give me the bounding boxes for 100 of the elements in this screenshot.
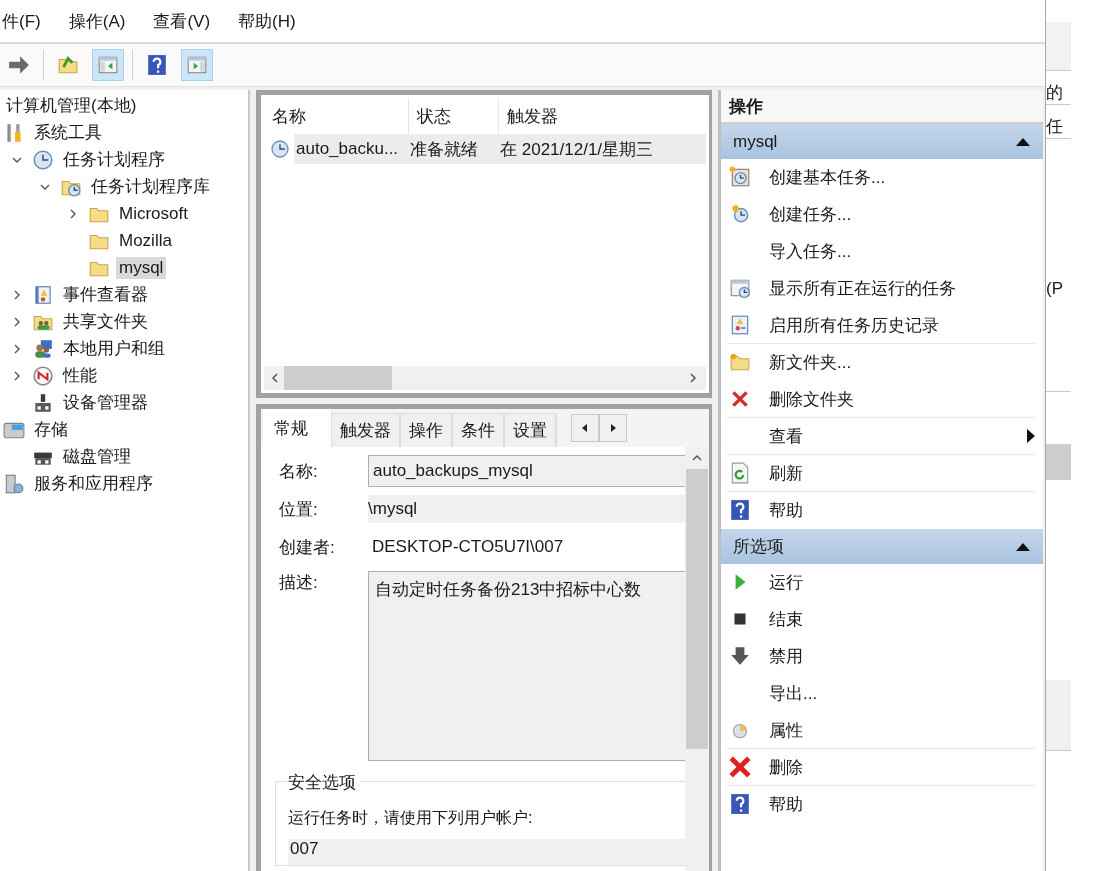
action-item[interactable]: 导入任务...	[769, 239, 852, 263]
action-item[interactable]: 禁用	[769, 644, 803, 668]
section-header[interactable]: 所选项	[721, 529, 1043, 564]
tab[interactable]: 操作	[400, 413, 452, 447]
field-label: 名称:	[279, 460, 319, 483]
action-item[interactable]: 帮助	[769, 792, 803, 816]
column-header[interactable]: 触发器	[499, 98, 706, 134]
action-item[interactable]: 查看	[769, 424, 803, 448]
tab[interactable]: 设置	[504, 413, 556, 447]
vertical-scrollbar[interactable]	[685, 447, 709, 871]
group-title: 安全选项	[288, 771, 360, 794]
tree-item[interactable]: 任务计划程序	[60, 147, 168, 172]
scroll-right-icon[interactable]	[688, 372, 698, 384]
action-item[interactable]: 删除	[769, 755, 803, 779]
refresh-icon	[729, 462, 751, 484]
tab-scroll-left-button[interactable]	[571, 414, 599, 442]
chevron-right-icon[interactable]	[68, 208, 78, 219]
tree-item[interactable]: 共享文件夹	[60, 309, 151, 334]
action-item[interactable]: 属性	[769, 718, 803, 742]
new-folder-icon	[729, 351, 751, 373]
scrollbar-thumb[interactable]	[686, 469, 708, 749]
action-item[interactable]: 启用所有任务历史记录	[769, 313, 939, 337]
triangle-right-icon	[610, 424, 616, 432]
right-panel-icon	[186, 54, 208, 76]
action-item[interactable]: 运行	[769, 570, 803, 594]
pane-title: 操作	[721, 90, 1043, 124]
log-icon	[32, 283, 54, 306]
field-label: 创建者:	[279, 536, 336, 559]
tree-item[interactable]: mysql	[116, 256, 167, 279]
help-icon	[729, 499, 751, 521]
action-item[interactable]: 删除文件夹	[769, 387, 854, 411]
horizontal-scrollbar[interactable]	[264, 366, 706, 390]
device-icon	[32, 391, 54, 414]
tab[interactable]: 常规	[263, 409, 331, 447]
collapse-arrow-icon[interactable]	[1015, 136, 1031, 147]
folder-up-icon	[57, 54, 79, 76]
tab[interactable]: 触发器	[331, 413, 400, 447]
scrollbar-thumb[interactable]	[284, 366, 392, 390]
background-text: 的	[1046, 82, 1064, 104]
left-panel-icon	[97, 54, 119, 76]
tree-item[interactable]: 事件查看器	[60, 282, 151, 307]
chevron-right-icon[interactable]	[12, 370, 22, 381]
action-item[interactable]: 帮助	[769, 498, 803, 522]
tree-item[interactable]: 性能	[60, 363, 100, 388]
chevron-right-icon[interactable]	[12, 289, 22, 300]
action-item[interactable]: 刷新	[769, 461, 803, 485]
section-title: 所选项	[733, 536, 784, 558]
task-row[interactable]: auto_backu... 准备就绪 在 2021/12/1/星期三	[294, 134, 706, 164]
tree-item[interactable]: 磁盘管理	[60, 444, 134, 469]
action-item[interactable]: 创建任务...	[769, 202, 852, 226]
tab[interactable]: 条件	[452, 413, 504, 447]
chevron-right-icon[interactable]	[12, 316, 22, 327]
clock-icon	[270, 139, 290, 159]
menu-item[interactable]: 查看(V)	[151, 9, 213, 33]
gauge-icon	[32, 364, 54, 387]
tree-item[interactable]: Mozilla	[116, 229, 175, 252]
field-label: 描述:	[279, 572, 319, 594]
chevron-right-icon[interactable]	[12, 343, 22, 354]
help-icon	[729, 793, 751, 815]
action-item[interactable]: 结束	[769, 607, 803, 631]
users-icon	[32, 337, 54, 360]
tree-item[interactable]: 设备管理器	[60, 390, 151, 415]
field-label: 位置:	[279, 498, 319, 521]
background-panel	[1046, 444, 1071, 480]
location-field: \mysql	[368, 495, 685, 523]
triangle-left-icon	[582, 424, 588, 432]
author-value: DESKTOP-CTO5U7I\007	[371, 536, 565, 558]
scroll-left-icon[interactable]	[270, 372, 280, 384]
action-item[interactable]: 新文件夹...	[769, 350, 852, 374]
tree-item[interactable]: 系统工具	[31, 120, 105, 145]
background-text: (P	[1046, 279, 1064, 299]
calendar-clock-icon	[729, 166, 751, 188]
down-arrow-icon	[729, 645, 751, 667]
menu-item[interactable]: 帮助(H)	[236, 9, 298, 33]
name-field[interactable]: auto_backups_mysql	[368, 455, 685, 487]
section-header[interactable]: mysql	[721, 124, 1043, 159]
action-item[interactable]: 导出...	[769, 681, 818, 705]
forward-arrow-icon	[8, 54, 30, 76]
clock-icon	[32, 148, 54, 171]
delete-icon	[729, 756, 751, 778]
action-item[interactable]: 显示所有正在运行的任务	[769, 276, 956, 300]
account-field: 007	[288, 839, 685, 865]
tree-item[interactable]: 存储	[31, 417, 71, 442]
action-item[interactable]: 创建基本任务...	[769, 165, 886, 189]
collapse-arrow-icon[interactable]	[1015, 541, 1031, 552]
tree-item[interactable]: 任务计划程序库	[88, 174, 213, 199]
description-field[interactable]: 自动定时任务备份213中招标中心数	[368, 571, 685, 761]
tree-item[interactable]: 计算机管理(本地)	[3, 93, 140, 118]
menu-item[interactable]: 操作(A)	[66, 9, 128, 33]
menu-item[interactable]: 件(F)	[0, 9, 43, 33]
account-prompt: 运行任务时，请使用下列用户帐户:	[288, 808, 534, 828]
tree-item[interactable]: 服务和应用程序	[31, 471, 156, 496]
tree-item[interactable]: 本地用户和组	[60, 336, 168, 361]
clock-star-icon	[729, 203, 751, 225]
section-title: mysql	[733, 131, 778, 152]
help-icon	[146, 54, 168, 76]
tab-scroll-right-button[interactable]	[599, 414, 627, 442]
scroll-up-icon[interactable]	[691, 453, 703, 463]
tree-item[interactable]: Microsoft	[116, 202, 191, 225]
server-icon	[3, 472, 25, 495]
